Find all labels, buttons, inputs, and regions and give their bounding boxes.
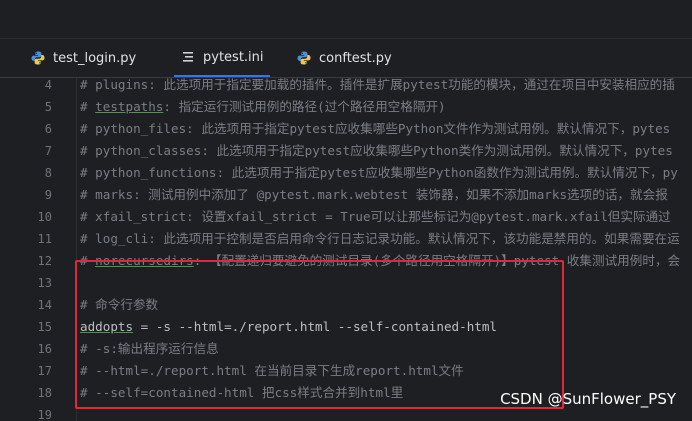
code-line[interactable]: 6 # python_files: 此选项用于指定pytest应收集哪些Pyth… <box>0 118 692 140</box>
ini-file-icon <box>180 49 196 65</box>
tab-label: conftest.py <box>319 50 392 66</box>
line-number: 19 <box>37 408 52 421</box>
highlight-annotation-box <box>75 260 564 409</box>
comment-prefix: # <box>80 99 96 114</box>
line-text: # python_functions: 此选项用于指定pytest应收集哪些Py… <box>80 165 678 180</box>
tab-conftest-py[interactable]: conftest.py <box>296 39 392 77</box>
python-file-icon <box>30 50 46 66</box>
line-text: # marks: 测试用例中添加了 @pytest.mark.webtest 装… <box>80 187 668 202</box>
line-number: 4 <box>44 78 52 92</box>
code-line[interactable]: 9 # marks: 测试用例中添加了 @pytest.mark.webtest… <box>0 184 692 206</box>
line-text: # python_files: 此选项用于指定pytest应收集哪些Python… <box>80 121 671 136</box>
line-number: 16 <box>37 342 52 356</box>
line-number: 11 <box>37 232 52 246</box>
line-text: # python_classes: 此选项用于指定pytest应收集哪些Pyth… <box>80 143 673 158</box>
line-number: 12 <box>37 254 52 268</box>
python-file-icon <box>296 50 312 66</box>
code-line[interactable]: 5 # testpaths: 指定运行测试用例的路径(过个路径用空格隔开) <box>0 96 692 118</box>
code-line[interactable]: 10 # xfail_strict: 设置xfail_strict = True… <box>0 206 692 228</box>
line-number: 14 <box>37 298 52 312</box>
comment-rest: : 指定运行测试用例的路径(过个路径用空格隔开) <box>163 99 446 114</box>
line-number: 7 <box>44 144 52 158</box>
title-bar <box>0 0 692 39</box>
editor-tab-bar: test_login.py pytest.ini conftest.py <box>0 39 692 78</box>
line-text: # xfail_strict: 设置xfail_strict = True可以让… <box>80 209 671 224</box>
line-text: # plugins: 此选项用于指定要加载的插件。插件是扩展pytest功能的模… <box>80 78 675 92</box>
line-number: 10 <box>37 210 52 224</box>
tab-label: test_login.py <box>53 50 137 66</box>
line-number: 17 <box>37 364 52 378</box>
line-number: 15 <box>37 320 52 334</box>
code-line[interactable]: 7 # python_classes: 此选项用于指定pytest应收集哪些Py… <box>0 140 692 162</box>
code-line[interactable]: 8 # python_functions: 此选项用于指定pytest应收集哪些… <box>0 162 692 184</box>
line-number: 8 <box>44 166 52 180</box>
line-number: 6 <box>44 122 52 136</box>
line-number: 5 <box>44 100 52 114</box>
watermark-text: CSDN @SunFlower_PSY <box>500 390 676 408</box>
code-line[interactable]: 11 # log_cli: 此选项用于控制是否启用命令行日志记录功能。默认情况下… <box>0 228 692 250</box>
line-number: 18 <box>37 386 52 400</box>
tab-label: pytest.ini <box>203 49 264 65</box>
tab-test-login-py[interactable]: test_login.py <box>30 39 136 77</box>
line-text: # log_cli: 此选项用于控制是否启用命令行日志记录功能。默认情况下，该功… <box>80 231 680 246</box>
config-key: testpaths <box>95 99 164 114</box>
tab-pytest-ini[interactable]: pytest.ini <box>174 39 270 77</box>
code-line[interactable]: 4 # plugins: 此选项用于指定要加载的插件。插件是扩展pytest功能… <box>0 78 692 96</box>
line-text: # testpaths: 指定运行测试用例的路径(过个路径用空格隔开) <box>80 96 446 118</box>
line-number: 13 <box>37 276 52 290</box>
line-number: 9 <box>44 188 52 202</box>
